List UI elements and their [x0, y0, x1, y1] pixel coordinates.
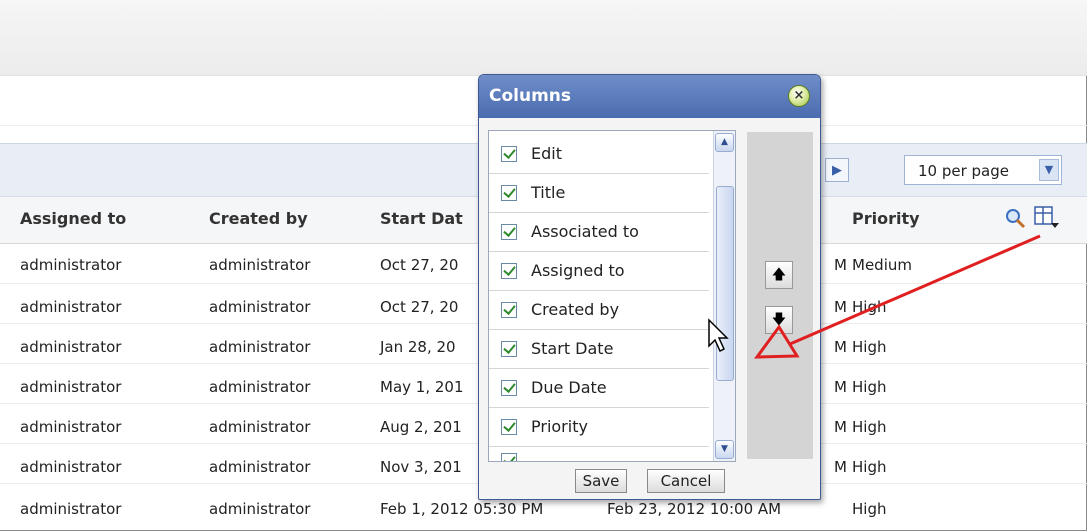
list-item[interactable]: Assigned to — [489, 252, 709, 291]
cell-created: administrator — [209, 418, 311, 436]
cell-created: administrator — [209, 500, 311, 518]
checkbox[interactable] — [501, 302, 517, 318]
cell-priority: Medium — [852, 256, 912, 274]
checkbox[interactable] — [501, 224, 517, 240]
cell-created: administrator — [209, 338, 311, 356]
cell-created: administrator — [209, 378, 311, 396]
cell-due: Feb 23, 2012 10:00 AM — [607, 500, 782, 518]
list-item-label: Start Date — [531, 339, 614, 358]
header-assigned-to[interactable]: Assigned to — [20, 209, 126, 228]
per-page-value: 10 per page — [918, 162, 1010, 180]
header-start-date[interactable]: Start Dat — [380, 209, 463, 228]
list-item-label: Assigned to — [531, 261, 625, 280]
list-item[interactable]: Created by — [489, 291, 709, 330]
chevron-down-icon[interactable]: ▼ — [1039, 159, 1059, 181]
list-item-label: Created by — [531, 300, 620, 319]
top-band — [0, 0, 1087, 76]
cell-due: M — [834, 338, 847, 356]
checkbox[interactable] — [501, 341, 517, 357]
columns-dialog: Columns × Edit Title Associated to Assig… — [478, 74, 821, 500]
cell-priority: High — [852, 458, 887, 476]
cell-assigned: administrator — [20, 338, 122, 356]
list-item[interactable]: Title — [489, 174, 709, 213]
cell-assigned: administrator — [20, 298, 122, 316]
cell-due: M — [834, 418, 847, 436]
cell-start: Nov 3, 201 — [380, 458, 462, 476]
cell-start: Jan 28, 20 — [380, 338, 456, 356]
mouse-cursor-icon — [708, 318, 729, 353]
list-item[interactable]: Associated to — [489, 213, 709, 252]
cell-start: Oct 27, 20 — [380, 256, 459, 274]
header-priority[interactable]: Priority — [852, 209, 920, 228]
list-item-label: Due Date — [531, 378, 607, 397]
list-item[interactable]: Edit — [489, 135, 709, 174]
list-item[interactable]: Priority — [489, 408, 709, 447]
list-item-label: Associated to — [531, 222, 639, 241]
cell-start: Oct 27, 20 — [380, 298, 459, 316]
list-item-label: Title — [531, 183, 566, 202]
cell-created: administrator — [209, 458, 311, 476]
cell-assigned: administrator — [20, 256, 122, 274]
search-icon[interactable] — [1005, 208, 1027, 230]
checkbox[interactable] — [501, 263, 517, 279]
cell-start: Feb 1, 2012 05:30 PM — [380, 500, 544, 518]
cell-priority: High — [852, 298, 887, 316]
cell-assigned: administrator — [20, 500, 122, 518]
checkbox[interactable] — [501, 185, 517, 201]
cell-due: M — [834, 458, 847, 476]
cell-assigned: administrator — [20, 418, 122, 436]
reorder-panel: 🡅 🡇 — [747, 132, 813, 459]
per-page-select[interactable]: 10 per page ▼ — [904, 155, 1062, 185]
cell-created: administrator — [209, 256, 311, 274]
cell-priority: High — [852, 418, 887, 436]
list-item-label: Priority — [531, 417, 588, 436]
cell-priority: High — [852, 378, 887, 396]
cell-start: Aug 2, 201 — [380, 418, 462, 436]
dialog-title: Columns — [489, 86, 572, 106]
scroll-down-icon[interactable]: ▼ — [715, 440, 734, 459]
move-down-button[interactable]: 🡇 — [765, 306, 793, 334]
checkbox[interactable] — [501, 419, 517, 435]
close-icon[interactable]: × — [788, 85, 810, 107]
last-page-button[interactable]: ▶ — [825, 158, 849, 182]
checkbox[interactable] — [501, 453, 517, 461]
cell-due: M — [834, 256, 847, 274]
header-created-by[interactable]: Created by — [209, 209, 308, 228]
cell-assigned: administrator — [20, 458, 122, 476]
cell-priority: High — [852, 338, 887, 356]
move-up-button[interactable]: 🡅 — [765, 261, 793, 289]
list-item[interactable]: Start Date — [489, 330, 709, 369]
list-item-label: Edit — [531, 144, 562, 163]
checkbox[interactable] — [501, 146, 517, 162]
cell-due: M — [834, 298, 847, 316]
scrollbar[interactable]: ▲ ▼ — [713, 131, 735, 461]
dialog-title-bar[interactable]: Columns × — [479, 75, 820, 118]
column-list: Edit Title Associated to Assigned to Cre… — [488, 130, 736, 462]
list-item[interactable] — [489, 447, 709, 461]
checkbox[interactable] — [501, 380, 517, 396]
cancel-button[interactable]: Cancel — [647, 469, 725, 493]
cell-priority: High — [852, 500, 887, 518]
cell-assigned: administrator — [20, 378, 122, 396]
column-chooser-icon[interactable] — [1033, 205, 1061, 231]
scroll-up-icon[interactable]: ▲ — [715, 133, 734, 152]
list-item[interactable]: Due Date — [489, 369, 709, 408]
cell-start: May 1, 201 — [380, 378, 464, 396]
save-button[interactable]: Save — [575, 469, 627, 493]
cell-created: administrator — [209, 298, 311, 316]
cell-due: M — [834, 378, 847, 396]
